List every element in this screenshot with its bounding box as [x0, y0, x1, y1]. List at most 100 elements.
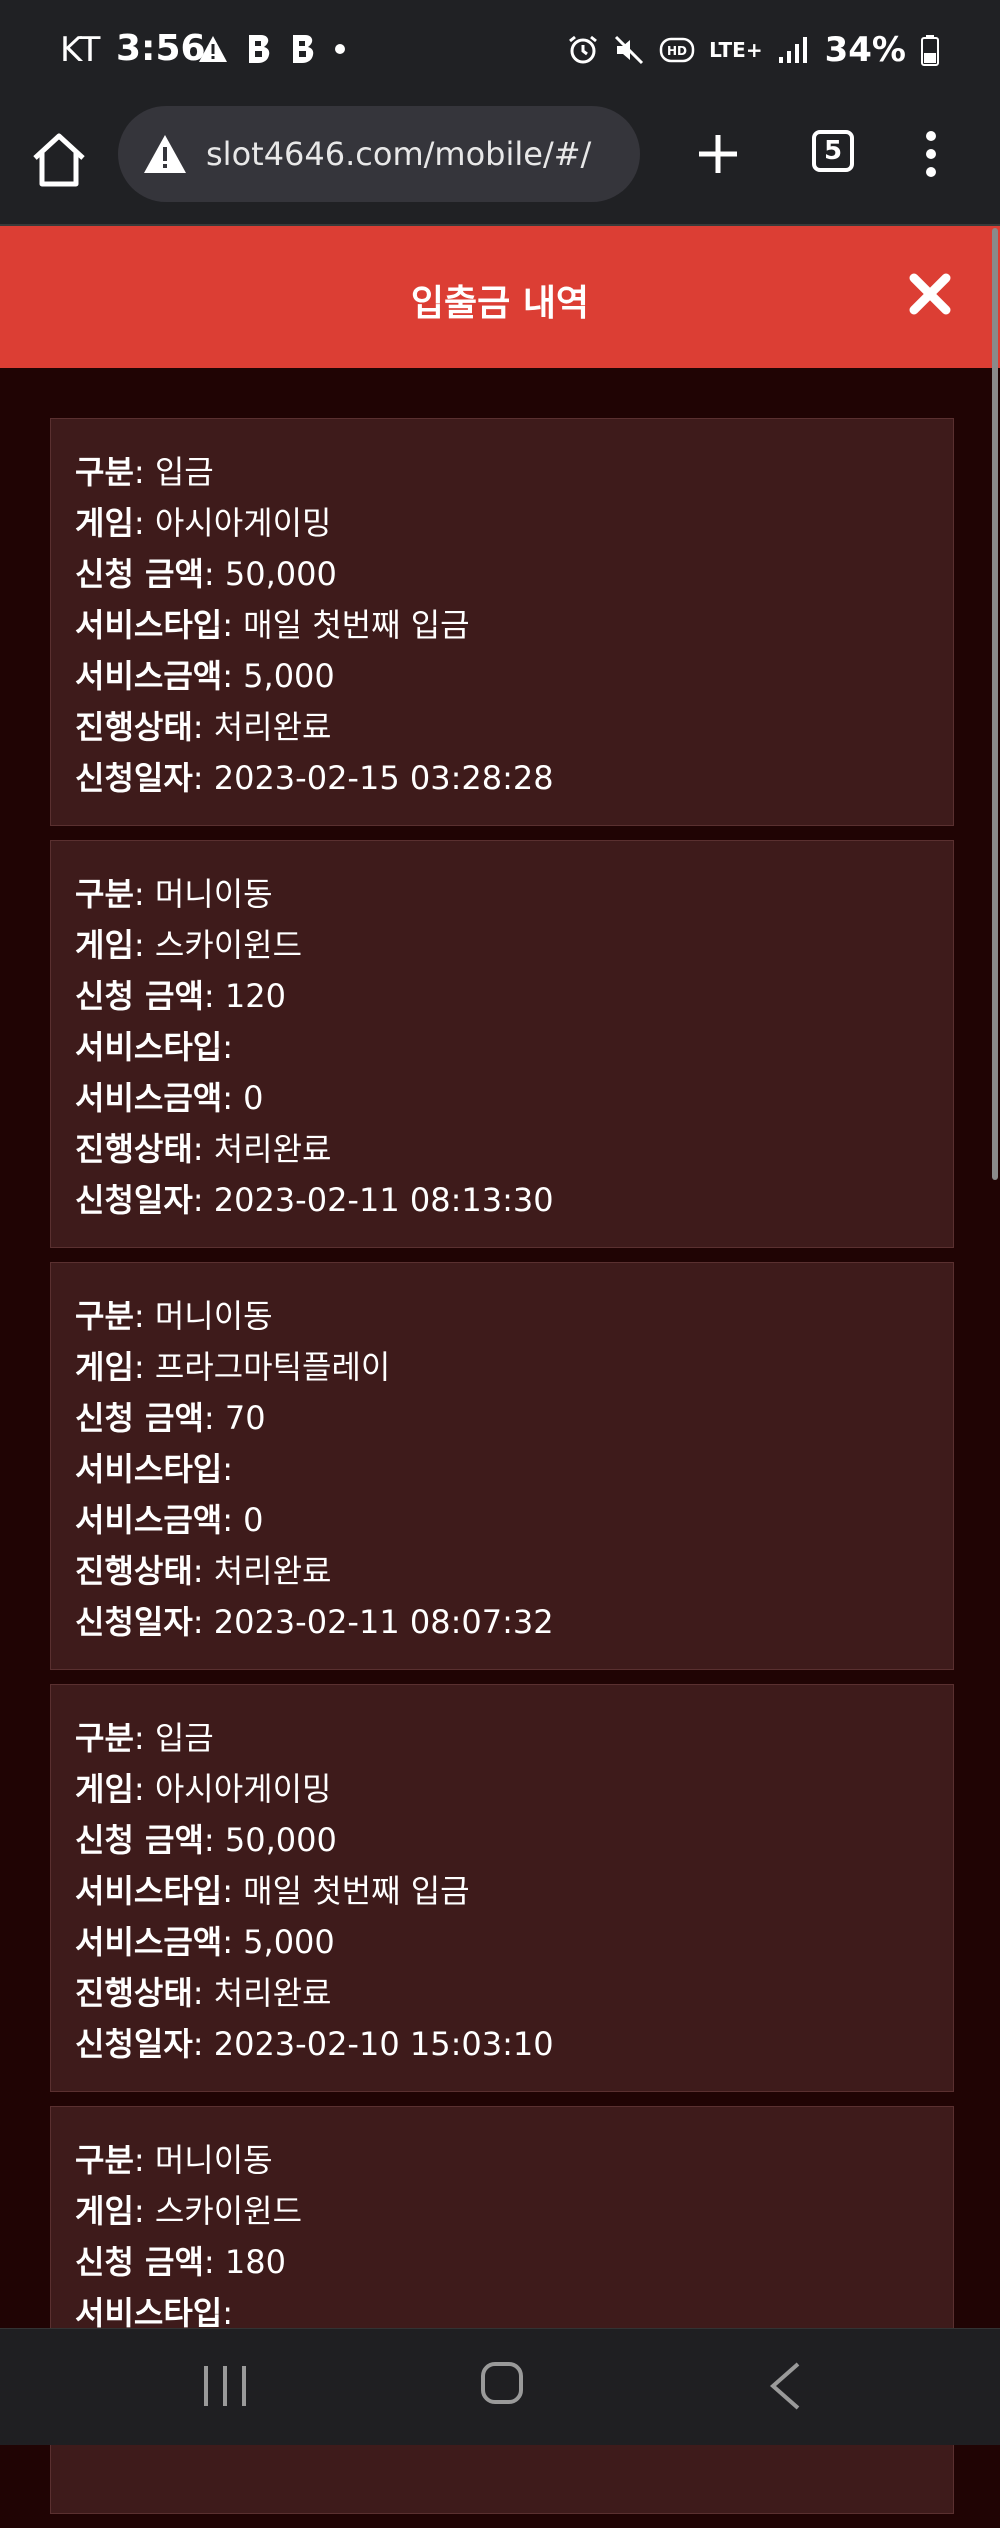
- field-date: 신청일자: 2023-02-11 08:13:30: [75, 1181, 554, 1219]
- close-icon[interactable]: [906, 270, 954, 318]
- field-label: 게임: [75, 2192, 134, 2230]
- field-value: 입금: [154, 453, 214, 491]
- transaction-list: 구분: 입금 게임: 아시아게이밍 신청 금액: 50,000 서비스타입: 매…: [50, 418, 954, 2528]
- field-label: 신청일자: [75, 1181, 193, 1219]
- field-amount: 신청 금액: 50,000: [75, 1821, 337, 1859]
- field-service-amount: 서비스금액: 5,000: [75, 657, 335, 695]
- field-game: 게임: 프라그마틱플레이: [75, 1348, 391, 1386]
- warning-icon: [199, 36, 227, 62]
- field-label: 신청 금액: [75, 977, 204, 1015]
- field-label: 신청 금액: [75, 1399, 204, 1437]
- field-service-amount: 서비스금액: 0: [75, 1501, 264, 1539]
- field-label: 신청 금액: [75, 1821, 204, 1859]
- field-value: 아시아게이밍: [154, 1770, 332, 1808]
- field-value: 70: [224, 1399, 266, 1437]
- field-type: 구분: 머니이동: [75, 875, 273, 913]
- field-amount: 신청 금액: 70: [75, 1399, 266, 1437]
- system-nav-bar: [0, 2328, 1000, 2445]
- field-value: 머니이동: [154, 1297, 273, 1335]
- field-value: 매일 첫번째 입금: [243, 1872, 470, 1910]
- transaction-card: 구분: 머니이동 게임: 스카이윈드 신청 금액: 120 서비스타입: 서비스…: [50, 840, 954, 1248]
- field-label: 진행상태: [75, 1974, 193, 2012]
- field-game: 게임: 아시아게이밍: [75, 504, 332, 542]
- field-value: 180: [224, 2243, 286, 2281]
- scrollbar[interactable]: [992, 228, 998, 1180]
- carrier-label: KT: [60, 30, 101, 70]
- field-value: 50,000: [224, 555, 337, 593]
- hd-icon: HD: [659, 37, 695, 63]
- transaction-card: 구분: 입금 게임: 아시아게이밍 신청 금액: 50,000 서비스타입: 매…: [50, 418, 954, 826]
- field-value: 2023-02-11 08:07:32: [213, 1603, 554, 1641]
- field-amount: 신청 금액: 50,000: [75, 555, 337, 593]
- field-status: 진행상태: 처리완료: [75, 1552, 332, 1590]
- field-type: 구분: 머니이동: [75, 1297, 273, 1335]
- field-label: 서비스타입: [75, 1450, 223, 1488]
- field-amount: 신청 금액: 120: [75, 977, 286, 1015]
- back-icon[interactable]: [768, 2361, 802, 2411]
- home-nav-icon[interactable]: [480, 2361, 524, 2405]
- field-game: 게임: 스카이윈드: [75, 2192, 303, 2230]
- url-text[interactable]: slot4646.com/mobile/#/: [206, 135, 591, 173]
- field-service-amount: 서비스금액: 5,000: [75, 1923, 335, 1961]
- field-game: 게임: 스카이윈드: [75, 926, 303, 964]
- warning-icon[interactable]: [142, 133, 188, 175]
- address-bar[interactable]: slot4646.com/mobile/#/: [118, 106, 640, 202]
- signal-icon: [778, 37, 807, 63]
- field-value: 2023-02-11 08:13:30: [213, 1181, 554, 1219]
- field-label: 진행상태: [75, 708, 193, 746]
- field-value: 머니이동: [154, 2141, 273, 2179]
- field-value: 50,000: [224, 1821, 337, 1859]
- field-label: 서비스금액: [75, 1079, 223, 1117]
- lte-indicator: LTE+: [709, 38, 763, 62]
- more-menu-icon[interactable]: [922, 130, 940, 178]
- field-label: 게임: [75, 926, 134, 964]
- field-type: 구분: 입금: [75, 1719, 214, 1757]
- tab-switcher-button[interactable]: 5: [812, 130, 854, 172]
- field-value: 매일 첫번째 입금: [243, 606, 470, 644]
- field-service-type: 서비스타입: 매일 첫번째 입금: [75, 606, 470, 644]
- battery-icon: [921, 35, 939, 66]
- field-status: 진행상태: 처리완료: [75, 708, 332, 746]
- alarm-icon: [569, 35, 598, 64]
- field-value: 2023-02-10 15:03:10: [213, 2025, 554, 2063]
- battery-percent: 34%: [824, 30, 906, 70]
- transaction-card: 구분: 머니이동 게임: 스카이윈드 신청 금액: 180 서비스타입:: [50, 2106, 954, 2514]
- field-date: 신청일자: 2023-02-15 03:28:28: [75, 759, 554, 797]
- field-service-type: 서비스타입:: [75, 1450, 233, 1488]
- field-service-type: 서비스타입:: [75, 1028, 233, 1066]
- field-label: 게임: [75, 1770, 134, 1808]
- field-label: 서비스금액: [75, 1501, 223, 1539]
- field-label: 게임: [75, 504, 134, 542]
- field-value: 처리완료: [213, 708, 332, 746]
- field-label: 서비스타입: [75, 1028, 223, 1066]
- field-label: 구분: [75, 2141, 134, 2179]
- home-icon[interactable]: [30, 128, 88, 192]
- status-bar: KT 3:56 HD LTE+ 34%: [0, 0, 1000, 104]
- field-label: 신청일자: [75, 1603, 193, 1641]
- field-value: 처리완료: [213, 1130, 332, 1168]
- mute-icon: [615, 35, 644, 65]
- notification-icons: [198, 34, 346, 64]
- field-type: 구분: 입금: [75, 453, 214, 491]
- field-label: 서비스타입: [75, 2294, 223, 2332]
- field-service-amount: 서비스금액: 0: [75, 1079, 264, 1117]
- transaction-card: 구분: 입금 게임: 아시아게이밍 신청 금액: 50,000 서비스타입: 매…: [50, 1684, 954, 2092]
- field-value: 5,000: [243, 1923, 335, 1961]
- field-value: 아시아게이밍: [154, 504, 332, 542]
- field-label: 신청일자: [75, 2025, 193, 2063]
- field-value: 처리완료: [213, 1552, 332, 1590]
- field-value: 입금: [154, 1719, 214, 1757]
- recent-apps-icon[interactable]: [200, 2363, 250, 2409]
- field-label: 구분: [75, 453, 134, 491]
- field-label: 서비스금액: [75, 657, 223, 695]
- svg-text:HD: HD: [667, 44, 687, 58]
- tab-count: 5: [823, 136, 843, 166]
- field-type: 구분: 머니이동: [75, 2141, 273, 2179]
- browser-toolbar: slot4646.com/mobile/#/ 5: [0, 104, 1000, 226]
- field-amount: 신청 금액: 180: [75, 2243, 286, 2281]
- field-label: 구분: [75, 875, 134, 913]
- new-tab-icon[interactable]: [696, 132, 740, 176]
- system-icons: HD LTE+ 34%: [567, 30, 940, 70]
- dot-icon: [335, 44, 345, 54]
- field-service-type: 서비스타입: 매일 첫번째 입금: [75, 1872, 470, 1910]
